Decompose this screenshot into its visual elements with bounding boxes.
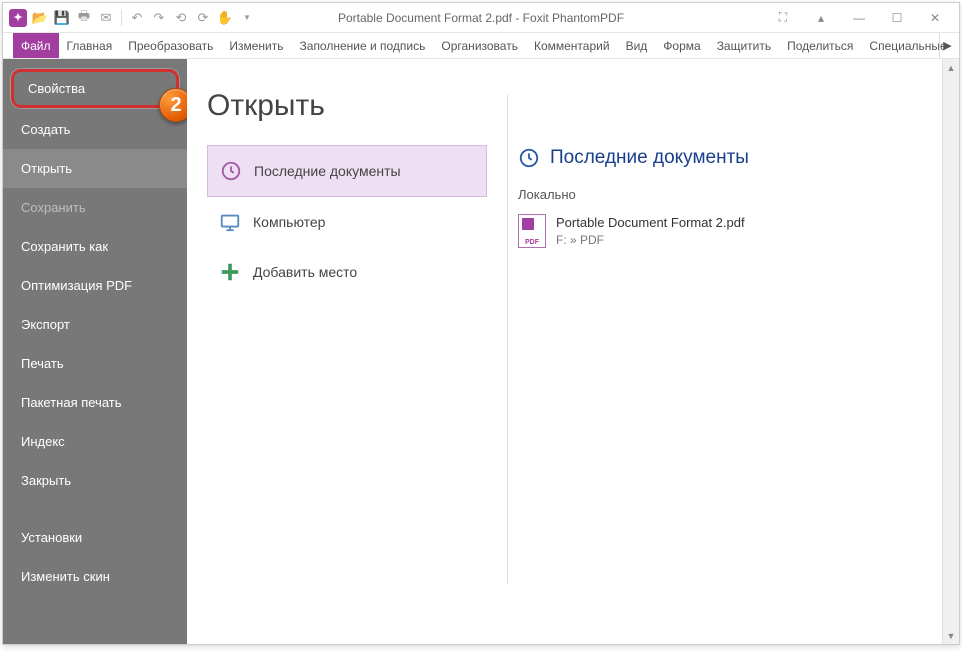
app-logo-icon: ✦: [9, 9, 27, 27]
recent-file-path: F: » PDF: [556, 232, 745, 249]
sidebar-item-settings[interactable]: Установки: [3, 518, 187, 557]
sidebar-item-optimize[interactable]: Оптимизация PDF: [3, 266, 187, 305]
tab-form[interactable]: Форма: [655, 33, 708, 58]
redo2-icon[interactable]: ⟳: [194, 9, 212, 27]
print-icon[interactable]: 🖶: [75, 9, 93, 27]
option-add-place[interactable]: Добавить место: [207, 247, 487, 297]
option-recent-docs[interactable]: Последние документы: [207, 145, 487, 197]
recent-docs-header: Последние документы: [518, 147, 939, 169]
computer-icon: [219, 211, 241, 233]
open-options-column: Открыть Последние документы Компьютер: [187, 59, 507, 644]
pdf-file-icon: [518, 214, 546, 248]
undo-icon[interactable]: ↶: [128, 9, 146, 27]
recent-file-item[interactable]: Portable Document Format 2.pdf F: » PDF: [518, 210, 939, 253]
tab-organize[interactable]: Организовать: [433, 33, 526, 58]
titlebar: ✦ 📂 💾 🖶 ✉ ↶ ↷ ⟲ ⟳ ✋ ▼ Portable Document …: [3, 3, 959, 33]
tab-file[interactable]: Файл: [13, 33, 59, 58]
column-separator: [507, 95, 508, 584]
recent-docs-column: Последние документы Локально Portable Do…: [518, 59, 959, 644]
plus-icon: [219, 261, 241, 283]
sidebar-item-index[interactable]: Индекс: [3, 422, 187, 461]
page-title: Открыть: [207, 89, 487, 123]
backstage-body: Свойства 2 Создать Открыть Сохранить Сох…: [3, 59, 959, 644]
minimize-button[interactable]: —: [845, 8, 873, 28]
clock-icon: [220, 160, 242, 182]
tab-home[interactable]: Главная: [59, 33, 121, 58]
vertical-scrollbar[interactable]: ▲ ▼: [942, 59, 959, 644]
recent-header-label: Последние документы: [550, 147, 749, 169]
option-recent-label: Последние документы: [254, 163, 401, 179]
tab-comment[interactable]: Комментарий: [526, 33, 618, 58]
tab-protect[interactable]: Защитить: [709, 33, 779, 58]
scroll-down-icon[interactable]: ▼: [943, 627, 959, 644]
backstage-sidebar: Свойства 2 Создать Открыть Сохранить Сох…: [3, 59, 187, 644]
ribbon-tabs: Файл Главная Преобразовать Изменить Запо…: [3, 33, 959, 59]
tab-convert[interactable]: Преобразовать: [120, 33, 221, 58]
recent-file-text: Portable Document Format 2.pdf F: » PDF: [556, 214, 745, 249]
window-title: Portable Document Format 2.pdf - Foxit P…: [338, 11, 624, 25]
sidebar-highlight-wrap: Свойства 2: [11, 69, 179, 108]
tab-edit[interactable]: Изменить: [221, 33, 291, 58]
close-button[interactable]: ✕: [921, 8, 949, 28]
quick-access-toolbar: ✦ 📂 💾 🖶 ✉ ↶ ↷ ⟲ ⟳ ✋ ▼: [3, 9, 256, 27]
recent-file-name: Portable Document Format 2.pdf: [556, 214, 745, 232]
tab-share[interactable]: Поделиться: [779, 33, 861, 58]
ribbon-overflow-icon[interactable]: ▶: [939, 33, 955, 58]
sidebar-item-close[interactable]: Закрыть: [3, 461, 187, 500]
open-icon[interactable]: 📂: [31, 9, 49, 27]
sidebar-item-saveas[interactable]: Сохранить как: [3, 227, 187, 266]
sidebar-spacer: [3, 500, 187, 518]
option-addplace-label: Добавить место: [253, 264, 357, 280]
app-window: ✦ 📂 💾 🖶 ✉ ↶ ↷ ⟲ ⟳ ✋ ▼ Portable Document …: [2, 2, 960, 645]
sidebar-item-print[interactable]: Печать: [3, 344, 187, 383]
scroll-up-icon[interactable]: ▲: [943, 59, 959, 76]
hand-icon[interactable]: ✋: [216, 9, 234, 27]
email-icon[interactable]: ✉: [97, 9, 115, 27]
sidebar-item-save: Сохранить: [3, 188, 187, 227]
fullscreen-icon[interactable]: ⛶: [769, 8, 797, 28]
option-computer[interactable]: Компьютер: [207, 197, 487, 247]
backstage-main: Открыть Последние документы Компьютер: [187, 59, 959, 644]
sidebar-item-create[interactable]: Создать: [3, 110, 187, 149]
ribbon-toggle-icon[interactable]: ▴: [807, 8, 835, 28]
option-computer-label: Компьютер: [253, 214, 325, 230]
sidebar-item-properties[interactable]: Свойства: [11, 69, 179, 108]
recent-group-label: Локально: [518, 187, 939, 202]
sidebar-item-batchprint[interactable]: Пакетная печать: [3, 383, 187, 422]
maximize-button[interactable]: ☐: [883, 8, 911, 28]
tab-view[interactable]: Вид: [618, 33, 656, 58]
tab-fillsign[interactable]: Заполнение и подпись: [292, 33, 434, 58]
clock-icon: [518, 147, 540, 169]
save-icon[interactable]: 💾: [53, 9, 71, 27]
redo-icon[interactable]: ↷: [150, 9, 168, 27]
sidebar-item-open[interactable]: Открыть: [3, 149, 187, 188]
window-controls: ⛶ ▴ — ☐ ✕: [769, 8, 959, 28]
separator: [121, 10, 122, 26]
sidebar-item-skin[interactable]: Изменить скин: [3, 557, 187, 596]
sidebar-item-export[interactable]: Экспорт: [3, 305, 187, 344]
undo2-icon[interactable]: ⟲: [172, 9, 190, 27]
qat-dropdown-icon[interactable]: ▼: [238, 9, 256, 27]
